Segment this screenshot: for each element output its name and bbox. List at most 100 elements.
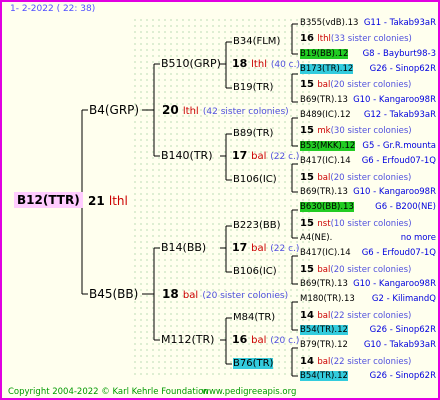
gen2-mark-2: bal (251, 151, 267, 162)
gen2-queen-4[interactable]: M112(TR) (161, 333, 214, 346)
gen4-meta: no more (400, 232, 436, 243)
gen4-meta: G10 - Kangaroo98R (353, 94, 436, 105)
gen3-queen-2[interactable]: B19(TR) (233, 82, 273, 93)
gen3-queen-6[interactable]: B106(IC) (233, 266, 277, 277)
gen4-queen-row: B54(TR).12 G26 - Sinop62R (300, 325, 436, 335)
gen1-queen-2[interactable]: B45(BB) (89, 287, 138, 301)
gen4-mark: nst (317, 218, 331, 229)
gen4-info: 14 bal(22 sister colonies) (300, 355, 411, 367)
gen4-colonies: (33 sister colonies) (330, 34, 412, 45)
root-mark: lthl (108, 194, 128, 208)
gen4-meta: G26 - Sinop62R (369, 371, 436, 382)
gen2-mark-4: bal (251, 335, 267, 346)
gen4-info: 15 bal(20 sister colonies) (300, 80, 411, 90)
gen4-queen[interactable]: B173(TR).12 (300, 64, 354, 75)
gen3-queen-4[interactable]: B106(IC) (233, 174, 277, 185)
gen1-info-1: 20 lthl (42 sister colonies) (162, 103, 289, 117)
gen4-queen-row: B54(TR).12 G26 - Sinop62R (300, 371, 436, 382)
gen4-queen-row: B630(BB).13 G6 - B200(NE) (300, 202, 436, 213)
gen4-num: 14 (300, 309, 318, 321)
gen4-queen[interactable]: B54(TR).12 (300, 371, 348, 382)
gen3-queen-8[interactable]: B76(TR) (233, 358, 274, 369)
gen3-queen-3[interactable]: B89(TR) (233, 128, 273, 139)
gen4-colonies: (20 sister colonies) (330, 172, 412, 183)
gen2-mark-3: bal (251, 243, 267, 254)
gen4-queen[interactable]: M180(TR).13 (300, 294, 355, 304)
gen4-num: 15 (300, 79, 318, 91)
gen4-num: 15 (300, 125, 318, 137)
gen4-queen-row: B79(TR).12 G10 - Takab93aR (300, 341, 436, 350)
gen2-num-4: 16 (232, 333, 248, 346)
gen4-mark: bal (317, 172, 331, 183)
gen4-meta: G26 - Sinop62R (369, 64, 436, 75)
gen4-meta: G6 - Erfoud07-1Q (361, 248, 436, 259)
gen4-queen[interactable]: B417(IC).14 (300, 248, 351, 258)
gen2-info-1: 18 lthl (40 c.) (232, 57, 300, 70)
gen4-queen-row: B69(TR).13 G10 - Kangaroo98R (300, 96, 436, 105)
gen1-num-1: 20 (162, 103, 179, 117)
gen4-num: 15 (300, 171, 318, 183)
gen4-queen[interactable]: B69(TR).13 (300, 279, 348, 289)
gen4-mark: bal (317, 310, 331, 321)
gen2-queen-1[interactable]: B510(GRP) (161, 57, 221, 70)
gen4-queen-row: B53(MKK).12 G5 - Gr.R.mounta (300, 140, 436, 151)
gen4-meta: G12 - Takab93aR (363, 110, 436, 121)
gen4-queen-row: M180(TR).13 G2 - KilimandQ (300, 295, 436, 304)
gen4-queen-row: A4(NE). no more (300, 234, 436, 243)
gen1-queen-1[interactable]: B4(GRP) (89, 103, 139, 117)
gen4-num: 16 (300, 33, 318, 45)
gen4-queen[interactable]: B417(IC).14 (300, 156, 351, 166)
gen2-colonies-3: (22 c.) (270, 244, 300, 254)
gen4-mark: bal (317, 264, 331, 275)
gen4-info: 15 nst(10 sister colonies) (300, 218, 412, 229)
gen4-meta: G8 - Bayburt98-3 (362, 48, 436, 59)
gen4-meta: G5 - Gr.R.mounta (362, 140, 436, 151)
gen4-queen[interactable]: A4(NE). (300, 233, 332, 243)
gen4-queen-row: B69(TR).13 G10 - Kangaroo98R (300, 280, 436, 289)
gen4-meta: G2 - KilimandQ (371, 294, 436, 305)
gen4-num: 15 (300, 263, 318, 275)
gen4-queen[interactable]: B630(BB).13 (300, 202, 354, 213)
gen2-mark-1: lthl (251, 59, 267, 70)
gen4-queen[interactable]: B489(IC).12 (300, 110, 351, 120)
root-queen[interactable]: B12(TTR) (14, 192, 83, 208)
gen4-queen[interactable]: B19(BB).12 (300, 48, 349, 59)
gen3-queen-7[interactable]: M84(TR) (233, 312, 275, 323)
gen4-queen[interactable]: B54(TR).12 (300, 325, 348, 335)
gen4-info: 15 bal(20 sister colonies) (300, 263, 412, 275)
gen2-num-1: 18 (232, 57, 248, 70)
gen3-queen-1[interactable]: B34(FLM) (233, 36, 280, 47)
gen2-info-2: 17 bal (22 c.) (232, 149, 299, 162)
gen2-colonies-2: (22 c.) (270, 152, 300, 162)
pedigree-frame: 1- 2-2022 ( 22: 38) B12(TTR) 21 lthl B4(… (0, 0, 440, 400)
gen4-queen[interactable]: B69(TR).13 (300, 187, 348, 197)
gen4-mark: bal (317, 356, 331, 367)
footer-site[interactable]: www.pedigreeapis.org (202, 387, 296, 397)
gen2-info-3: 17 bal (22 c.) (232, 241, 299, 254)
gen3-queen-5[interactable]: B223(BB) (233, 220, 280, 231)
gen4-meta: G11 - Takab93aR (363, 18, 436, 28)
gen2-queen-3[interactable]: B14(BB) (161, 241, 206, 254)
gen4-queen-row: B417(IC).14 G6 - Erfoud07-1Q (300, 157, 436, 166)
gen4-queen[interactable]: B79(TR).12 (300, 340, 348, 350)
gen4-colonies: (20 sister colonies) (330, 264, 412, 275)
gen4-colonies: (22 sister colonies) (330, 310, 412, 321)
gen4-colonies: (30 sister colonies) (330, 126, 412, 137)
gen1-colonies-2: (20 sister colonies) (202, 291, 289, 301)
gen4-meta: G6 - B200(NE) (375, 202, 436, 213)
gen4-queen[interactable]: B355(vdB).13 (300, 18, 358, 28)
gen4-queen[interactable]: B53(MKK).12 (300, 140, 356, 151)
gen4-queen-row: B69(TR).13 G10 - Kangaroo98R (300, 188, 436, 197)
gen1-num-2: 18 (162, 287, 179, 301)
root-num: 21 (88, 194, 105, 208)
gen2-queen-2[interactable]: B140(TR) (161, 149, 213, 162)
gen4-num: 14 (300, 355, 318, 367)
gen1-colonies-1: (42 sister colonies) (202, 107, 289, 117)
footer-copyright: Copyright 2004-2022 © Karl Kehrle Founda… (8, 386, 209, 397)
gen4-queen-row: B19(BB).12 G8 - Bayburt98-3 (300, 48, 436, 59)
gen4-meta: G10 - Kangaroo98R (353, 278, 436, 289)
gen4-info: 15 bal(20 sister colonies) (300, 171, 412, 183)
gen4-queen-row: B489(IC).12 G12 - Takab93aR (300, 111, 436, 120)
gen4-queen[interactable]: B69(TR).13 (300, 95, 348, 105)
gen2-info-4: 16 bal (20 c.) (232, 333, 299, 346)
